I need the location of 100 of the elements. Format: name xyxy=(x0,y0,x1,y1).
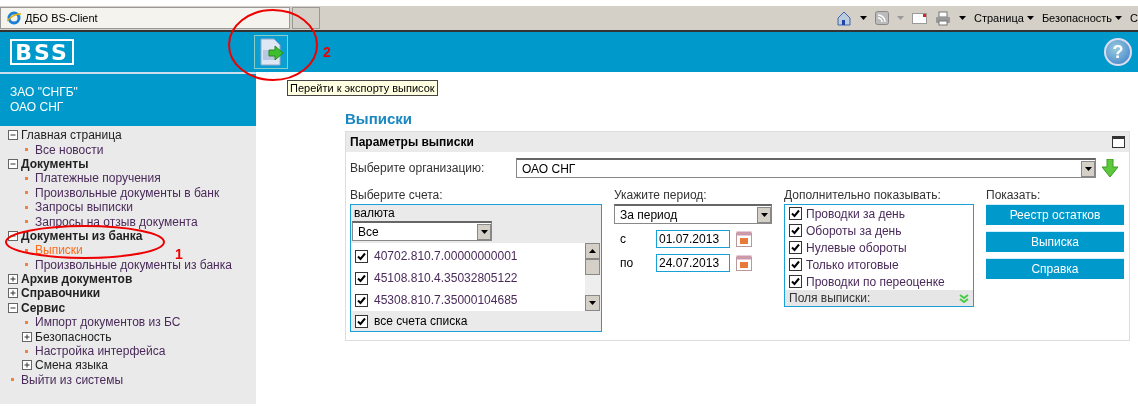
feed-icon[interactable] xyxy=(875,11,889,25)
currency-select[interactable]: Все xyxy=(352,221,492,241)
browser-command[interactable]: Безопасность xyxy=(1041,12,1123,24)
checkbox[interactable] xyxy=(789,241,802,254)
menu-item[interactable]: Настройка интерфейса xyxy=(35,344,166,359)
menu-group[interactable]: Документы xyxy=(21,156,89,171)
menu-group[interactable]: Главная страница xyxy=(21,128,122,143)
bullet-icon xyxy=(25,248,28,252)
caret-icon[interactable] xyxy=(760,212,768,217)
print-icon[interactable] xyxy=(935,10,951,26)
annotation-number: 1 xyxy=(175,246,183,262)
expand-icon[interactable] xyxy=(22,331,32,342)
checkbox[interactable] xyxy=(789,258,802,271)
checkbox[interactable] xyxy=(789,207,802,220)
caret-icon[interactable] xyxy=(860,16,867,20)
checkbox[interactable] xyxy=(355,271,368,285)
field-label: Показать: xyxy=(986,188,1042,202)
scroll-thumb[interactable] xyxy=(585,259,600,275)
browser-icon xyxy=(7,11,21,25)
expand-chevron-icon xyxy=(959,293,969,303)
expand-icon[interactable] xyxy=(22,360,32,371)
calendar-icon[interactable] xyxy=(736,255,752,271)
caret-icon[interactable] xyxy=(1084,166,1092,171)
field-label: Выберите организацию: xyxy=(350,161,486,175)
organization-name: ЗАО "СНГБ" xyxy=(10,85,79,100)
organization-name: ОАО СНГ xyxy=(10,100,65,115)
period-select[interactable]: За период xyxy=(614,204,772,224)
collapse-icon[interactable] xyxy=(8,230,18,241)
annotation-number: 2 xyxy=(323,44,331,60)
collapse-icon[interactable] xyxy=(8,130,18,141)
checkbox[interactable] xyxy=(789,224,802,237)
date-field[interactable]: 24.07.2013 xyxy=(656,254,730,272)
checkbox[interactable] xyxy=(789,275,802,288)
caret-icon[interactable] xyxy=(1115,16,1123,20)
tooltip: Перейти к экспорту выписок xyxy=(287,80,438,96)
bullet-icon xyxy=(25,148,28,152)
account-number: 40702.810.7.00000000001 xyxy=(374,249,518,263)
scrollbar[interactable] xyxy=(585,243,601,311)
bullet-icon xyxy=(25,176,28,180)
browser-tab[interactable]: ДБО BS-Client xyxy=(0,7,290,29)
scroll-up-icon[interactable] xyxy=(589,249,596,253)
panel-title: Параметры выписки xyxy=(350,135,474,149)
checkbox-label: Нулевые обороты xyxy=(806,240,907,255)
checkbox-label: Только итоговые xyxy=(806,257,899,272)
menu-item[interactable]: Запросы выписки xyxy=(35,200,133,215)
mail-icon[interactable] xyxy=(912,12,927,24)
checkbox-label: Проводки по переоценке xyxy=(806,274,945,289)
menu-item[interactable]: Импорт документов из БС xyxy=(35,315,181,330)
menu-group[interactable]: Смена языка xyxy=(35,358,109,373)
field-label: Выберите счета: xyxy=(350,188,444,202)
bullet-icon xyxy=(25,191,28,195)
menu-item[interactable]: Все новости xyxy=(35,142,104,157)
expand-icon[interactable] xyxy=(8,274,18,285)
bullet-icon xyxy=(25,349,28,353)
page-title: Выписки xyxy=(345,110,413,127)
field-label: Дополнительно показывать: xyxy=(784,188,942,202)
date-label: по xyxy=(620,256,635,270)
menu-item[interactable]: Платежные поручения xyxy=(35,171,161,186)
home-icon[interactable] xyxy=(836,10,852,26)
bullet-icon xyxy=(25,320,28,324)
menu-group[interactable]: Справочники xyxy=(21,286,101,301)
caret-icon[interactable] xyxy=(959,16,966,20)
checkbox[interactable] xyxy=(355,314,368,328)
caret-icon[interactable] xyxy=(1026,16,1034,20)
organization-select[interactable]: ОАО СНГ xyxy=(516,158,1096,178)
bullet-icon xyxy=(25,205,28,209)
menu-group[interactable]: Безопасность xyxy=(35,329,112,344)
export-button[interactable] xyxy=(254,35,288,69)
account-number: 45108.810.4.35032805122 xyxy=(374,271,518,285)
browser-command[interactable]: Страница xyxy=(974,12,1034,24)
download-arrow-icon[interactable] xyxy=(1102,159,1118,177)
checkbox-label: Обороты за день xyxy=(806,223,902,238)
collapse-icon[interactable] xyxy=(8,302,18,313)
checkbox-label: все счета списка xyxy=(374,314,468,328)
bullet-icon xyxy=(25,263,28,267)
field-label: Укажите период: xyxy=(614,188,708,202)
account-number: 45308.810.7.35000104685 xyxy=(374,293,518,307)
date-label: с xyxy=(620,232,627,246)
menu-group[interactable]: Документы из банка xyxy=(21,228,143,243)
collapse-icon[interactable] xyxy=(8,158,18,169)
statement-fields-bar[interactable]: Поля выписки: xyxy=(785,290,973,306)
new-tab-button[interactable] xyxy=(292,7,320,29)
bullet-icon xyxy=(25,220,28,224)
menu-group[interactable]: Архив документов xyxy=(21,272,133,287)
menu-group[interactable]: Сервис xyxy=(21,300,66,315)
checkbox-label: Проводки за день xyxy=(806,206,905,221)
currency-label: валюта xyxy=(353,205,396,221)
calendar-icon[interactable] xyxy=(736,231,752,247)
caret-icon[interactable] xyxy=(589,301,596,305)
menu-item[interactable]: Произвольные документы в банк xyxy=(35,185,220,200)
menu-item[interactable]: Выйти из системы xyxy=(21,372,124,387)
checkbox[interactable] xyxy=(355,293,368,307)
menu-item[interactable]: Запросы на отзыв документа xyxy=(35,214,198,229)
checkbox[interactable] xyxy=(355,249,368,263)
date-field[interactable]: 01.07.2013 xyxy=(656,230,730,248)
minimize-button[interactable] xyxy=(1112,136,1125,148)
expand-icon[interactable] xyxy=(8,288,18,299)
bullet-icon xyxy=(11,378,14,382)
caret-icon[interactable] xyxy=(480,229,488,234)
browser-command[interactable]: С xyxy=(1130,12,1138,24)
